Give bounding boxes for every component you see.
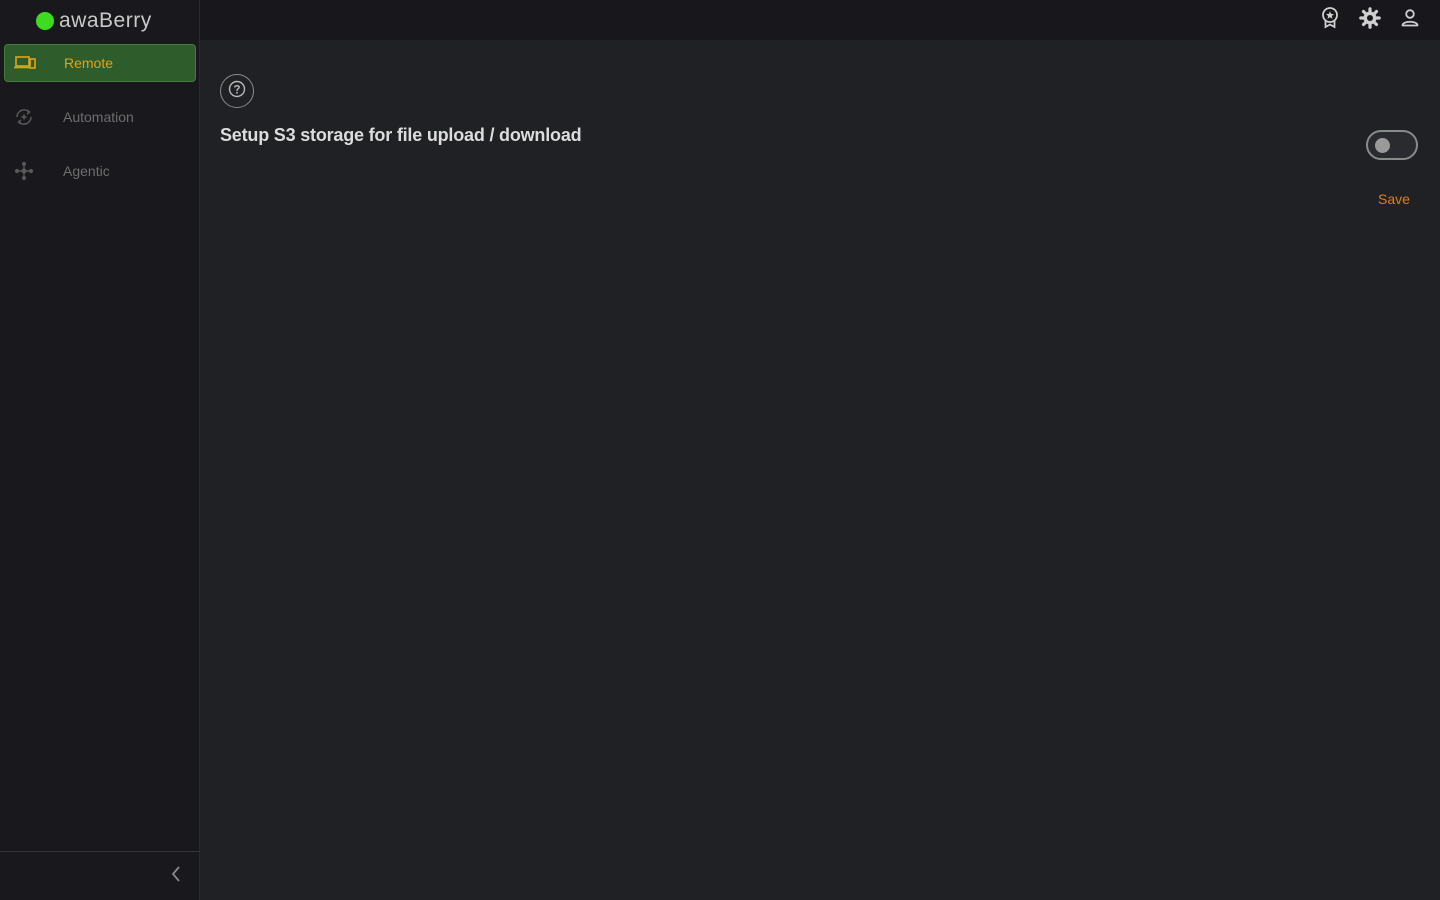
sidebar-item-remote[interactable]: Remote <box>4 44 196 82</box>
award-icon <box>1320 6 1340 34</box>
sidebar-item-label: Agentic <box>63 163 110 179</box>
sidebar-item-agentic[interactable]: Agentic <box>4 152 196 190</box>
settings-button[interactable] <box>1359 6 1381 34</box>
gear-icon <box>1359 6 1381 34</box>
topbar <box>200 0 1440 40</box>
sidebar: awaBerry Remote Automation Agentic <box>0 0 200 900</box>
sidebar-item-label: Automation <box>63 109 134 125</box>
logo-dot-icon <box>36 12 54 30</box>
save-button[interactable]: Save <box>1370 188 1418 210</box>
agentic-icon <box>13 160 35 182</box>
automation-icon <box>13 106 35 128</box>
sidebar-item-label: Remote <box>64 55 114 71</box>
s3-setup-title: Setup S3 storage for file upload / downl… <box>220 125 582 145</box>
s3-storage-toggle[interactable] <box>1366 130 1418 160</box>
app-name: awaBerry <box>59 9 152 32</box>
collapse-sidebar-button[interactable] <box>166 865 186 888</box>
sidebar-item-automation[interactable]: Automation <box>4 98 196 136</box>
help-button[interactable] <box>220 74 254 108</box>
main-content: Setup S3 storage for file upload / downl… <box>200 40 1440 900</box>
devices-icon <box>14 52 36 74</box>
chevron-left-icon <box>170 865 182 888</box>
logo[interactable]: awaBerry <box>36 8 152 34</box>
sidebar-footer <box>0 851 200 900</box>
user-icon <box>1400 8 1420 33</box>
toggle-knob <box>1375 138 1390 153</box>
app-window: awaBerry Remote Automation Agentic Setup… <box>0 0 1440 900</box>
user-account-button[interactable] <box>1399 8 1421 33</box>
award-button[interactable] <box>1319 6 1341 34</box>
help-circle-icon <box>228 80 246 103</box>
